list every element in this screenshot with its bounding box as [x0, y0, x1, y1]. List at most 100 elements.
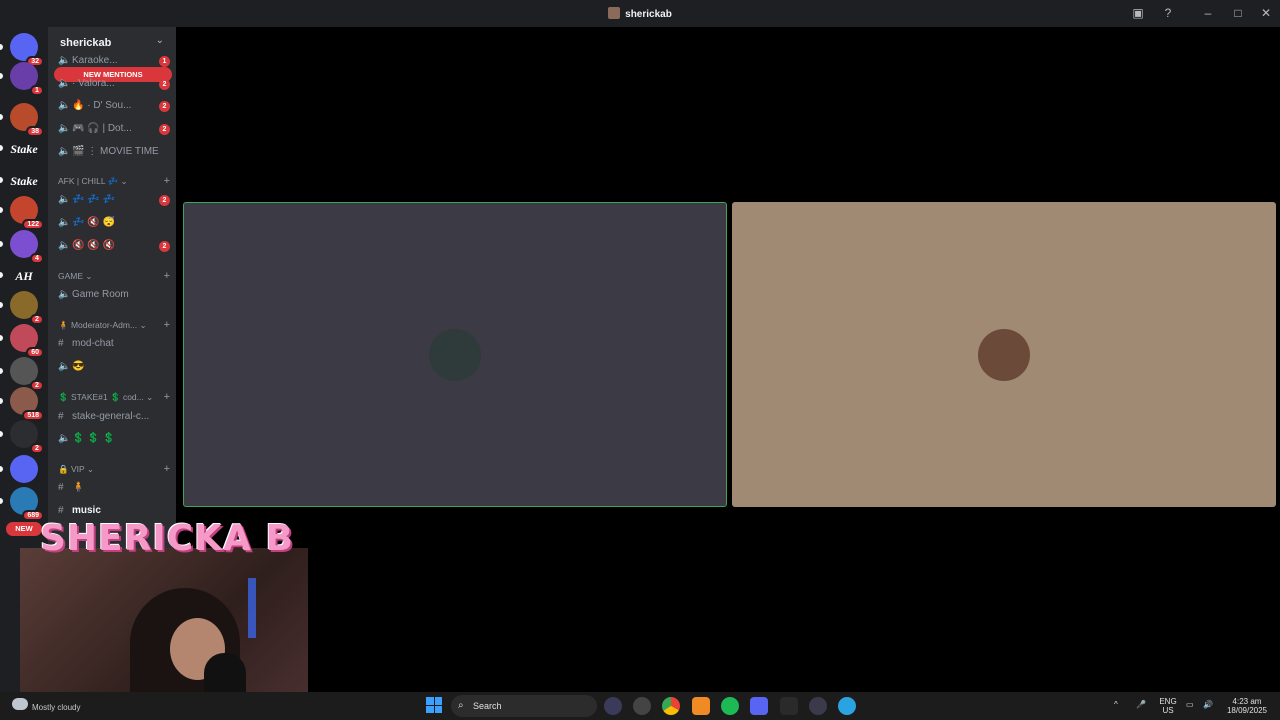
- inbox-icon[interactable]: ▣: [1128, 4, 1148, 22]
- chevron-up-icon[interactable]: ^: [1114, 700, 1118, 709]
- minimize-button[interactable]: –: [1198, 4, 1218, 22]
- weather-label[interactable]: Mostly cloudy: [32, 703, 80, 712]
- channel-item[interactable]: 🔈 💤 💤 💤 2: [58, 191, 170, 209]
- guild-server-13[interactable]: 2: [10, 420, 44, 454]
- channel-item[interactable]: 🔈 💲 💲 💲: [58, 430, 170, 448]
- participant-tile[interactable]: [183, 202, 727, 507]
- cloud-icon[interactable]: [12, 698, 28, 710]
- guild-server-10[interactable]: 60: [10, 324, 44, 358]
- channel-label: 🔥 · D' Sou...: [72, 100, 132, 111]
- guild-server-15[interactable]: 689: [10, 487, 44, 521]
- search-label: Search: [473, 701, 502, 711]
- channel-item[interactable]: # mod-chat: [58, 335, 170, 353]
- volume-icon[interactable]: 🔊: [1203, 700, 1213, 709]
- channel-badge: 1: [159, 56, 170, 67]
- channel-category[interactable]: 🧍 Moderator-Adm... ⌄ +: [58, 319, 170, 331]
- mention-badge: 2: [30, 314, 44, 325]
- search-icon: ⌕: [458, 700, 464, 711]
- spotify-icon[interactable]: [721, 697, 739, 715]
- time-label: 4:23 am: [1232, 697, 1262, 706]
- mention-badge: 38: [26, 126, 44, 137]
- speaker-icon: 🔈: [58, 433, 71, 444]
- unread-pill: [0, 368, 3, 374]
- channel-badge: 2: [159, 124, 170, 135]
- mention-badge: 60: [26, 347, 44, 358]
- add-channel-icon[interactable]: +: [164, 270, 170, 282]
- chevron-down-icon[interactable]: ⌄: [156, 35, 164, 46]
- channel-label: Game Room: [72, 289, 129, 300]
- guild-server-7[interactable]: 4: [10, 230, 44, 264]
- channel-category[interactable]: GAME ⌄ +: [58, 270, 170, 282]
- speaker-icon: 🔈: [58, 194, 71, 205]
- app-icon-1[interactable]: [604, 697, 622, 715]
- category-label: 🔒 VIP ⌄: [58, 464, 94, 474]
- network-icon[interactable]: ▭: [1186, 700, 1194, 709]
- mention-badge: 4: [30, 253, 44, 264]
- help-icon[interactable]: ?: [1158, 4, 1178, 22]
- app-icon-8[interactable]: [809, 697, 827, 715]
- guild-server-6[interactable]: 122: [10, 196, 44, 230]
- guild-stake-2[interactable]: Stake: [8, 174, 40, 189]
- channel-item[interactable]: 🔈 🔥 · D' Sou... 2: [58, 97, 170, 115]
- guild-discord-home[interactable]: 32: [10, 33, 44, 67]
- channel-item[interactable]: # 🧍: [58, 479, 170, 497]
- channel-label: 🔇 🔇 🔇: [72, 240, 115, 251]
- channel-item[interactable]: # stake-general-c...: [58, 408, 170, 426]
- unread-pill: [0, 207, 3, 213]
- microphone-icon[interactable]: 🎤: [1136, 700, 1146, 709]
- speaker-icon: 🔈: [58, 78, 71, 89]
- channel-item[interactable]: 🔈 🎬 ⋮ MOVIE TIME: [58, 143, 170, 161]
- add-channel-icon[interactable]: +: [164, 463, 170, 475]
- add-channel-icon[interactable]: +: [164, 319, 170, 331]
- mention-badge: 122: [22, 219, 44, 230]
- app-icon-7[interactable]: [780, 697, 798, 715]
- chrome-icon[interactable]: [662, 697, 680, 715]
- date-label: 18/09/2025: [1226, 706, 1268, 715]
- windows-start-icon[interactable]: [426, 697, 442, 713]
- channel-item[interactable]: 🔈 🎮 🎧 | Dot... 2: [58, 120, 170, 138]
- channel-category[interactable]: 🔒 VIP ⌄ +: [58, 463, 170, 475]
- app-icon-4[interactable]: [692, 697, 710, 715]
- channel-item[interactable]: 🔈 💤 🔇 😴: [58, 214, 170, 232]
- unread-pill: [0, 44, 3, 50]
- guild-server-12[interactable]: 518: [10, 387, 44, 421]
- led-light: [248, 578, 256, 638]
- channel-item[interactable]: 🔈 · Valora... 2: [58, 75, 170, 93]
- category-label: AFK | CHILL 💤 ⌄: [58, 176, 128, 186]
- search-box[interactable]: ⌕ Search: [451, 695, 597, 717]
- channel-item[interactable]: 🔈 Karaoke... 1: [58, 52, 170, 70]
- unread-pill: [0, 431, 3, 437]
- guild-folder[interactable]: [10, 455, 38, 483]
- channel-label: 😎: [72, 361, 85, 372]
- channel-category[interactable]: 💲 STAKE#1 💲 cod... ⌄ +: [58, 391, 170, 403]
- unread-pill: [0, 73, 3, 79]
- hash-icon: #: [58, 411, 64, 422]
- guild-server-ah[interactable]: AH: [8, 269, 40, 284]
- close-button[interactable]: ✕: [1256, 4, 1276, 22]
- unread-pill: [0, 302, 3, 308]
- server-name[interactable]: sherickab: [60, 37, 111, 49]
- discord-icon[interactable]: [750, 697, 768, 715]
- category-label: GAME ⌄: [58, 271, 93, 281]
- guild-server-11[interactable]: 2: [10, 357, 44, 391]
- clock[interactable]: 4:23 am 18/09/2025: [1222, 697, 1272, 715]
- channel-item[interactable]: 🔈 Game Room: [58, 286, 170, 304]
- language-indicator[interactable]: ENG US: [1156, 697, 1180, 715]
- guild-server-1[interactable]: 1: [10, 62, 44, 96]
- add-channel-icon[interactable]: +: [164, 391, 170, 403]
- channel-label: 🎮 🎧 | Dot...: [72, 123, 132, 134]
- channel-item[interactable]: 🔈 😎: [58, 358, 170, 376]
- channel-item[interactable]: 🔈 🔇 🔇 🔇 2: [58, 237, 170, 255]
- channel-category[interactable]: AFK | CHILL 💤 ⌄ +: [58, 175, 170, 187]
- guild-server-9[interactable]: 2: [10, 291, 44, 325]
- participant-tile[interactable]: [732, 202, 1276, 507]
- channel-label: Karaoke...: [72, 55, 118, 66]
- channel-badge: 2: [159, 195, 170, 206]
- add-channel-icon[interactable]: +: [164, 175, 170, 187]
- app-icon-2[interactable]: [633, 697, 651, 715]
- unread-pill: [0, 114, 3, 120]
- guild-server-2[interactable]: 38: [10, 103, 44, 137]
- guild-stake-1[interactable]: Stake: [8, 142, 40, 157]
- telegram-icon[interactable]: [838, 697, 856, 715]
- maximize-button[interactable]: □: [1228, 4, 1248, 22]
